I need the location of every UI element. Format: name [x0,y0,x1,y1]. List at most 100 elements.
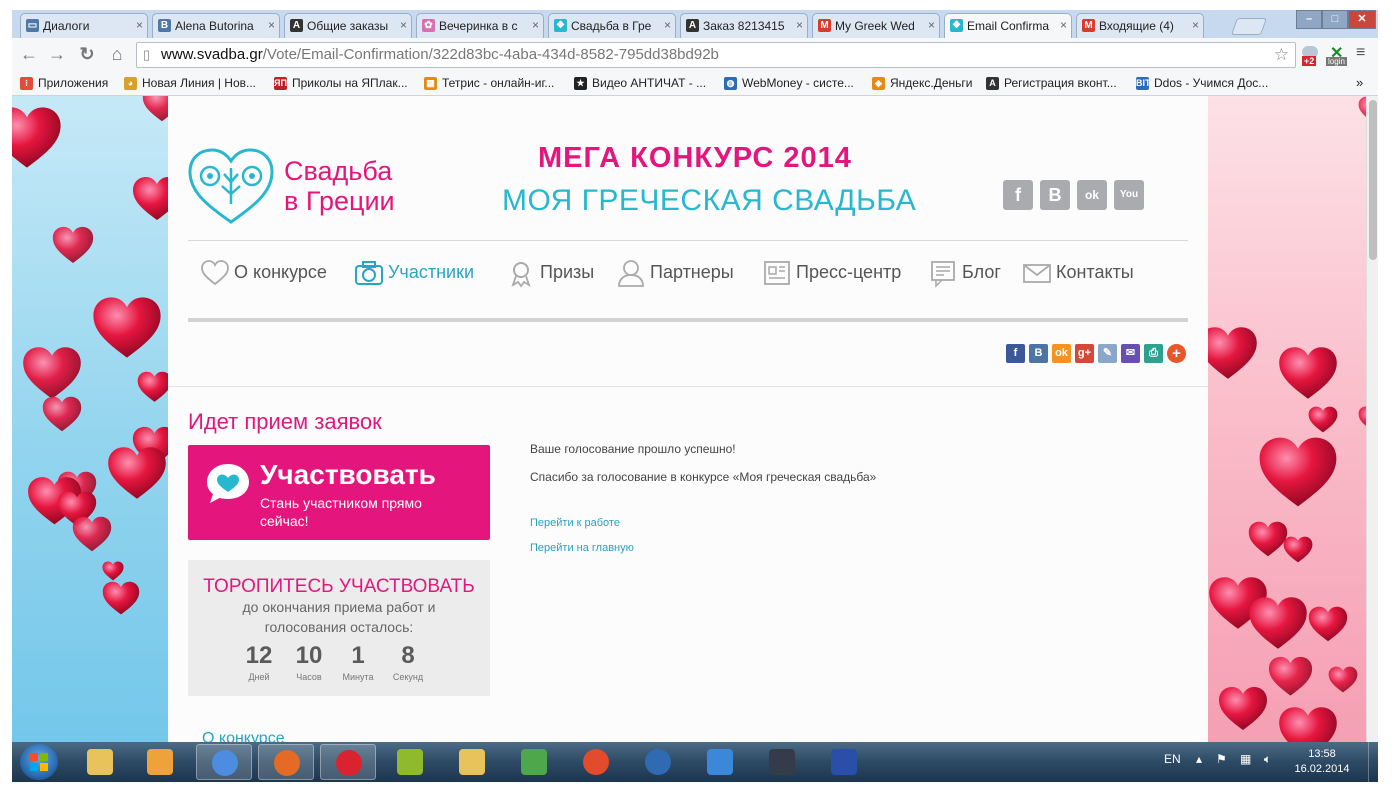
about-contest-link[interactable]: О конкурсе [202,730,285,742]
taskbar-app-editor[interactable] [506,744,562,780]
bookmark-icon: ЯП [274,77,287,90]
heart-icon [52,226,94,263]
logo-text[interactable]: Свадьба в Греции [284,156,395,216]
volume-icon[interactable]: 🔈︎ [1264,752,1271,767]
show-hidden-icons[interactable]: ▴ [1196,752,1202,766]
taskbar-app-sync[interactable] [692,744,748,780]
login-extension-icon[interactable]: ✕ login [1326,43,1352,67]
bookmark-5[interactable]: ◍ WebMoney - систе... [724,76,854,90]
minimize-button[interactable]: – [1296,10,1322,29]
share-odnoklassniki-icon[interactable]: ok [1052,344,1071,363]
back-button[interactable]: ← [18,44,40,65]
language-indicator[interactable]: EN [1164,752,1181,766]
share-vkontakte-icon[interactable]: B [1029,344,1048,363]
tab-close-icon[interactable]: × [1192,18,1199,32]
bookmark-star-icon[interactable]: ☆ [1274,43,1289,67]
address-bar[interactable]: ▯ www.svadba.gr/Vote/Email-Confirmation/… [136,42,1296,68]
network-icon[interactable]: ▦ [1240,752,1251,766]
menu-item-1[interactable]: Участники [346,261,474,285]
start-button[interactable] [20,744,58,780]
tab-5[interactable]: A Заказ 8213415 × [680,13,808,38]
heart-icon [1268,656,1313,696]
bookmark-icon: ◕ [124,77,137,90]
bookmark-3[interactable]: ▦ Тетрис - онлайн-иг... [424,76,554,90]
tab-close-icon[interactable]: × [1060,18,1067,32]
share-facebook-icon[interactable]: f [1006,344,1025,363]
social-vkontakte-icon[interactable]: B [1040,180,1070,210]
tab-2[interactable]: A Общие заказы × [284,13,412,38]
share-google-plus-icon[interactable]: g+ [1075,344,1094,363]
bookmark-8[interactable]: BIT Ddos - Учимся Дос... [1136,76,1268,90]
taskbar-app-steam[interactable] [754,744,810,780]
extension-icon[interactable]: +2 [1300,44,1322,66]
taskbar-app-media-player[interactable] [132,744,188,780]
share-livejournal-icon[interactable]: ✎ [1098,344,1117,363]
tab-close-icon[interactable]: × [664,18,671,32]
url-path: /Vote/Email-Confirmation/322d83bc-4aba-4… [262,46,719,63]
taskbar-app-game[interactable] [382,744,438,780]
tab-1[interactable]: B Alena Butorina × [152,13,280,38]
tab-favicon: ❖ [554,19,567,32]
extension-badge: +2 [1302,56,1317,66]
tab-close-icon[interactable]: × [796,18,803,32]
bookmark-0[interactable]: ⁝ Приложения [20,76,108,90]
reload-button[interactable]: ↻ [76,44,98,65]
more-bookmarks-icon[interactable]: » [1356,75,1363,90]
forward-button[interactable]: → [46,44,68,65]
menu-item-4[interactable]: Пресс-центр [754,261,901,285]
bookmark-label: WebMoney - систе... [742,76,854,90]
taskbar-app-power[interactable] [568,744,624,780]
menu-item-5[interactable]: Блог [920,261,1001,288]
maximize-button[interactable]: □ [1322,10,1348,29]
menu-icon[interactable]: ≡ [1356,44,1365,62]
action-center-icon[interactable]: ⚑ [1216,752,1227,766]
taskbar-app-chrome[interactable] [196,744,252,780]
new-tab-button[interactable] [1230,18,1268,35]
bookmark-6[interactable]: ◆ Яндекс.Деньги [872,76,972,90]
go-to-work-link[interactable]: Перейти к работе [530,517,620,529]
menu-item-2[interactable]: Призы [498,262,594,288]
taskbar-app-image-viewer[interactable] [444,744,500,780]
tab-close-icon[interactable]: × [928,18,935,32]
logo-heart-icon[interactable] [188,146,274,226]
taskbar-app-opera[interactable] [320,744,376,780]
taskbar-app-save[interactable] [816,744,872,780]
tab-0[interactable]: ▭ Диалоги × [20,13,148,38]
taskbar-app-firefox[interactable] [258,744,314,780]
tab-6[interactable]: M My Greek Wed × [812,13,940,38]
social-odnoklassniki-icon[interactable]: ok [1077,180,1107,210]
share-print-icon[interactable]: ⎙ [1144,344,1163,363]
bookmark-7[interactable]: A Регистрация вконт... [986,76,1117,90]
tab-7[interactable]: ❖ Email Confirma × [944,13,1072,39]
home-button[interactable]: ⌂ [106,44,128,65]
participate-button[interactable]: Участвовать Стань участником прямо сейча… [188,445,490,540]
social-youtube-icon[interactable]: You [1114,180,1144,210]
menu-item-6[interactable]: Контакты [1014,262,1134,283]
bookmark-1[interactable]: ◕ Новая Линия | Нов... [124,76,256,90]
menu-item-3[interactable]: Партнеры [608,260,734,287]
bookmark-4[interactable]: ★ Видео АНТИЧАТ - ... [574,76,706,90]
vertical-scrollbar[interactable] [1366,96,1378,742]
system-clock[interactable]: 13:58 16.02.2014 [1292,747,1352,777]
scrollbar-thumb[interactable] [1369,100,1377,260]
close-window-button[interactable]: ✕ [1348,10,1376,29]
tab-favicon: A [290,19,303,32]
social-facebook-icon[interactable]: f [1003,180,1033,210]
power-icon [583,749,609,775]
taskbar-app-shutdown[interactable] [630,744,686,780]
tab-close-icon[interactable]: × [136,18,143,32]
tab-8[interactable]: M Входящие (4) × [1076,13,1204,38]
bookmark-icon: ⁝ [20,77,33,90]
bookmark-2[interactable]: ЯП Приколы на ЯПлак... [274,76,408,90]
taskbar-app-explorer[interactable] [72,744,128,780]
tab-close-icon[interactable]: × [400,18,407,32]
tab-close-icon[interactable]: × [268,18,275,32]
share-more-icon[interactable]: + [1167,344,1186,363]
tab-4[interactable]: ❖ Свадьба в Гре × [548,13,676,38]
menu-item-0[interactable]: О конкурсе [192,260,327,286]
show-desktop-button[interactable] [1368,742,1378,782]
go-to-home-link[interactable]: Перейти на главную [530,542,634,554]
share-mail-icon[interactable]: ✉ [1121,344,1140,363]
tab-3[interactable]: ✿ Вечеринка в с × [416,13,544,38]
tab-close-icon[interactable]: × [532,18,539,32]
